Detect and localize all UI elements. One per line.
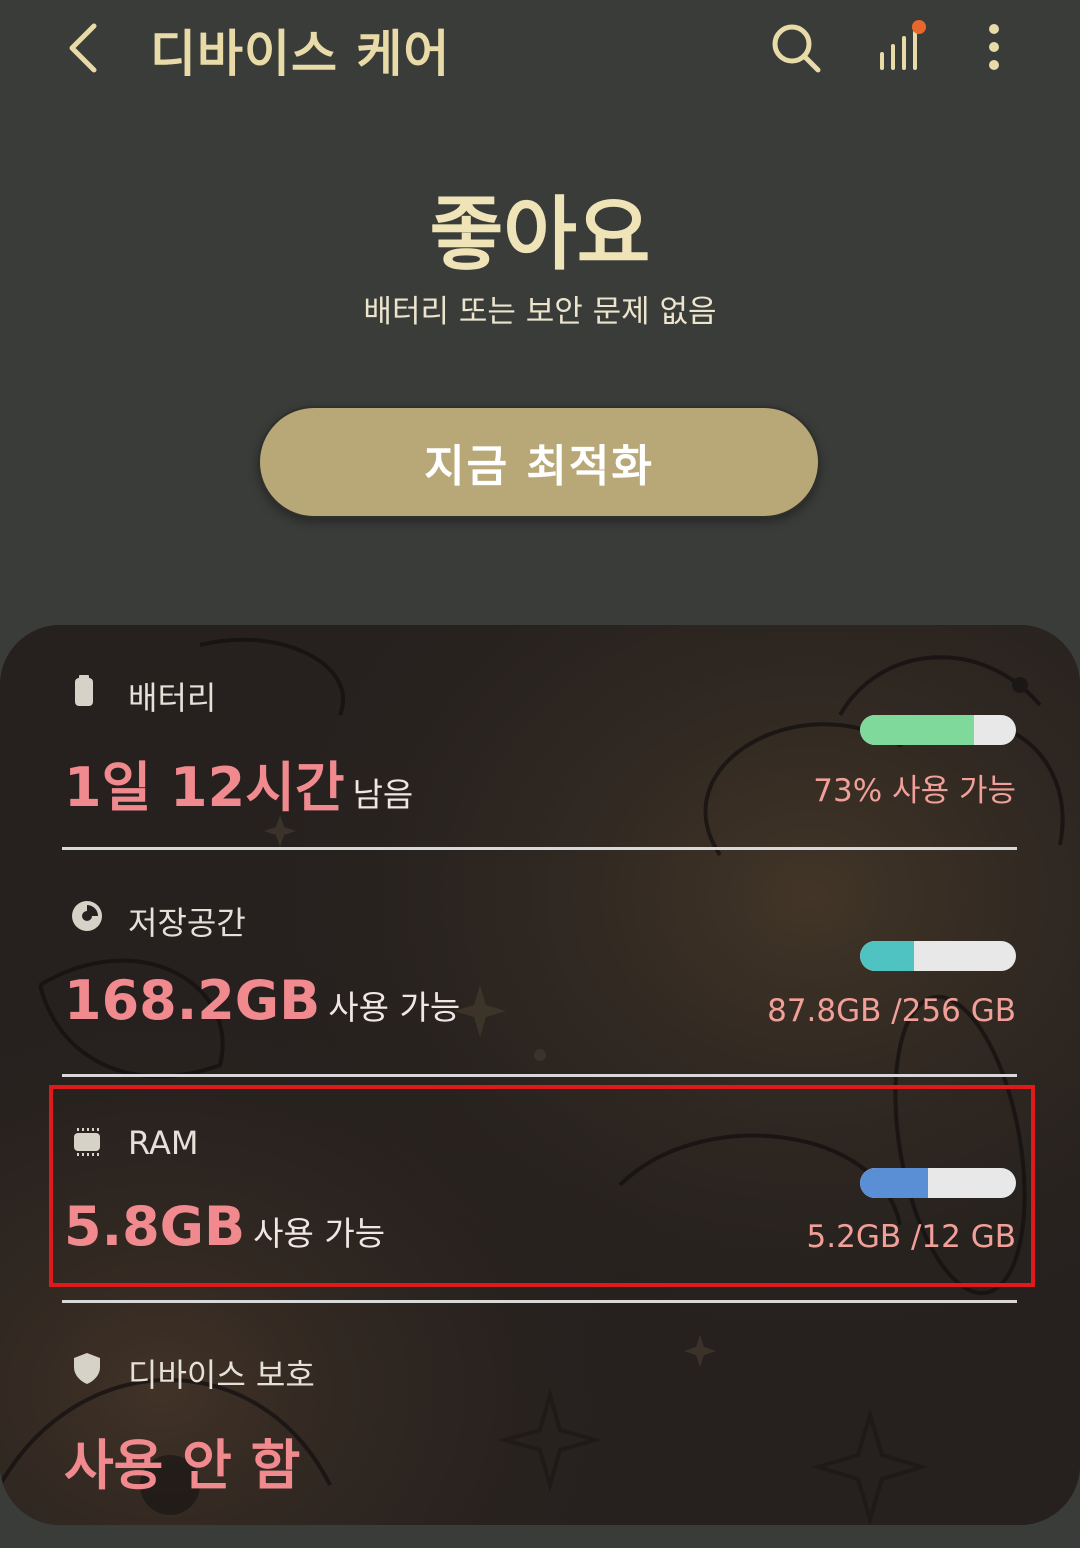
ram-highlight-box — [49, 1085, 1035, 1287]
divider — [62, 1300, 1017, 1303]
stats-button[interactable] — [872, 18, 932, 78]
storage-suffix: 사용 가능 — [328, 988, 461, 1027]
battery-label: 배터리 — [128, 679, 217, 717]
divider — [62, 1074, 1017, 1077]
storage-usage: 87.8GB /256 GB — [767, 993, 1016, 1029]
app-header: 디바이스 케어 — [0, 0, 1080, 100]
status-description: 배터리 또는 보안 문제 없음 — [363, 294, 717, 330]
storage-value[interactable]: 168.2GB 사용 가능 — [64, 969, 460, 1032]
battery-available: 73% 사용 가능 — [813, 773, 1016, 809]
battery-suffix: 남음 — [352, 775, 414, 814]
storage-icon — [72, 901, 102, 931]
battery-value[interactable]: 1일 12시간 남음 — [64, 743, 413, 822]
storage-label: 저장공간 — [128, 904, 246, 942]
search-button[interactable] — [766, 18, 826, 78]
protection-label: 디바이스 보호 — [128, 1356, 315, 1394]
optimize-now-button[interactable]: 지금 최적화 — [258, 406, 820, 518]
more-options-icon — [989, 24, 999, 70]
divider — [62, 847, 1017, 850]
device-care-card: 배터리 1일 12시간 남음 73% 사용 가능 저장공간 168.2GB 사용 가… — [0, 625, 1080, 1525]
back-button[interactable] — [60, 18, 110, 78]
storage-progress-fill — [860, 941, 914, 971]
storage-progress-bar — [860, 941, 1016, 971]
back-icon — [69, 23, 97, 73]
battery-progress-bar — [860, 715, 1016, 745]
storage-value-text: 168.2GB — [64, 969, 321, 1032]
protection-value[interactable]: 사용 안 함 — [64, 1421, 300, 1500]
search-icon — [772, 24, 821, 73]
shield-icon — [74, 1353, 100, 1384]
stats-icon — [880, 20, 926, 70]
battery-icon — [75, 675, 93, 706]
status-heading: 좋아요 — [429, 188, 651, 281]
battery-progress-fill — [860, 715, 974, 745]
battery-value-text: 1일 12시간 — [64, 756, 345, 819]
page-title: 디바이스 케어 — [150, 25, 451, 83]
notification-dot — [912, 20, 926, 34]
more-options-button[interactable] — [966, 18, 1026, 78]
